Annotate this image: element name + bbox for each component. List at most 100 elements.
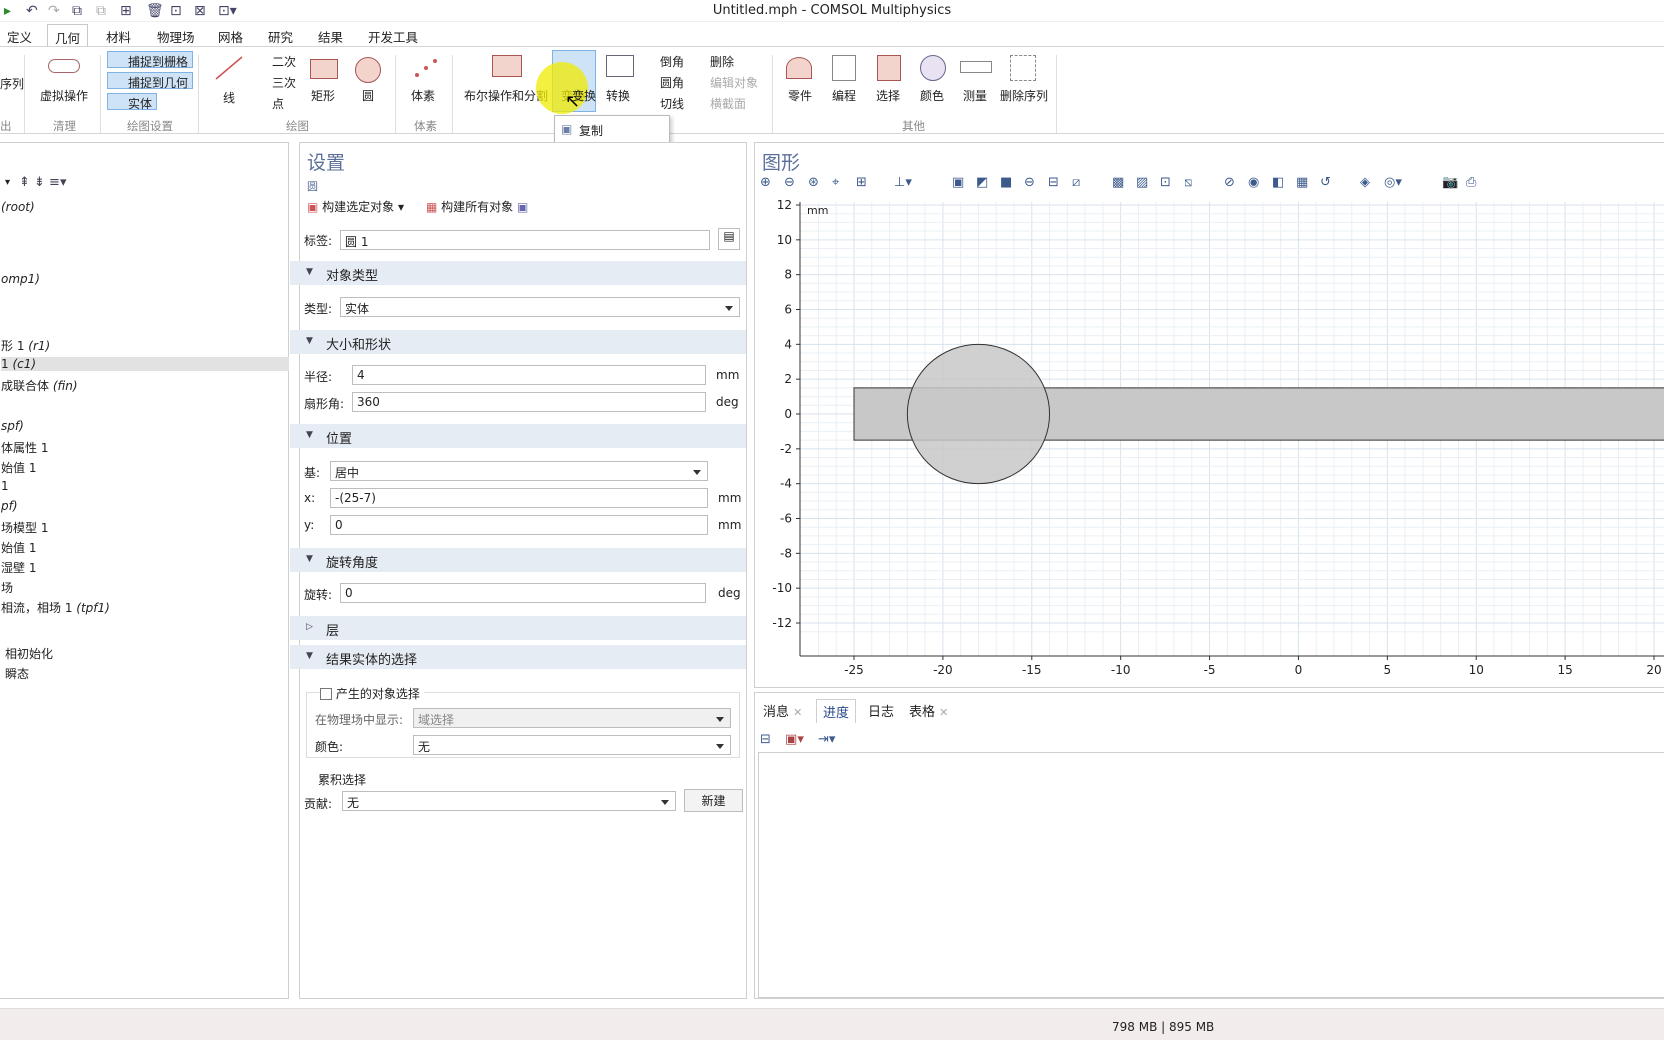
circle-button[interactable]: 圆 bbox=[362, 87, 374, 104]
rotation-input[interactable]: 0 bbox=[340, 583, 706, 603]
selection-button[interactable]: 选择 bbox=[876, 87, 900, 104]
tree-node[interactable]: 体属性 1 bbox=[1, 439, 48, 456]
hide-icon[interactable]: ⊘ bbox=[1224, 175, 1235, 190]
tree-node[interactable]: 相初始化 bbox=[5, 645, 53, 662]
type-select[interactable]: 实体 bbox=[340, 297, 740, 317]
tab-study[interactable]: 研究 bbox=[261, 27, 300, 46]
parts-button[interactable]: 零件 bbox=[788, 87, 812, 104]
build-selected-button[interactable]: ▣ 构建选定对象 ▾ bbox=[307, 198, 404, 215]
undo-view-icon[interactable]: ↺ bbox=[1320, 175, 1331, 190]
tab-table[interactable]: 表格 ✕ bbox=[903, 699, 954, 722]
tree-node[interactable]: 始值 1 bbox=[1, 539, 36, 556]
tree-node[interactable]: 形 1 (r1) bbox=[1, 337, 50, 354]
snap-grid-toggle[interactable]: 捕捉到栅格 bbox=[107, 51, 193, 69]
build-all-button[interactable]: ▦ 构建所有对象 ▣ bbox=[426, 198, 528, 215]
edit-object-button[interactable]: 编辑对象 bbox=[710, 74, 758, 91]
delete-button[interactable]: 删除 bbox=[710, 53, 734, 70]
tab-definitions[interactable]: 定义 bbox=[0, 27, 39, 46]
tree-node[interactable]: omp1) bbox=[1, 272, 40, 286]
select-domain-icon[interactable]: ◩ bbox=[976, 175, 988, 190]
label-edit-icon[interactable]: ▤ bbox=[718, 228, 740, 250]
sequence-button[interactable]: 序列 bbox=[0, 75, 24, 92]
color-select[interactable]: 无 bbox=[413, 735, 731, 755]
transparency-icon[interactable]: ◧ bbox=[1272, 175, 1284, 190]
contribute-select[interactable]: 无 bbox=[342, 791, 676, 811]
virtual-ops-button[interactable]: 虚拟操作 bbox=[40, 87, 88, 104]
y-input[interactable]: 0 bbox=[330, 515, 708, 535]
tab-geometry[interactable]: 几何 bbox=[47, 24, 89, 47]
base-select[interactable]: 居中 bbox=[330, 461, 708, 481]
show-in-physics-select[interactable]: 域选择 bbox=[413, 708, 731, 728]
label-input[interactable]: 圆 1 bbox=[340, 230, 710, 250]
line-button[interactable]: 线 bbox=[223, 89, 235, 106]
tree-node[interactable]: 相流，相场 1 (tpf1) bbox=[1, 599, 110, 616]
tree-collapse-icon[interactable]: ▾ bbox=[5, 177, 10, 188]
rectangle-button[interactable]: 矩形 bbox=[311, 87, 335, 104]
tree-node[interactable]: 1 bbox=[1, 479, 9, 493]
layout-icon[interactable]: ⊟ bbox=[760, 732, 771, 747]
tab-messages[interactable]: 消息 ✕ bbox=[757, 699, 808, 722]
render-icon[interactable]: ▨ bbox=[1136, 175, 1148, 190]
solid-toggle[interactable]: 实体 bbox=[107, 93, 157, 111]
wireframe-icon[interactable]: ⧅ bbox=[1184, 175, 1192, 190]
tree-node[interactable]: spf) bbox=[1, 419, 24, 433]
select-point-icon[interactable]: ⊟ bbox=[1048, 175, 1059, 190]
section-size-shape[interactable]: ▼ 大小和形状 bbox=[290, 330, 746, 354]
measure-button[interactable]: 测量 bbox=[963, 87, 987, 104]
zoom-box-icon[interactable]: ⊛ bbox=[808, 175, 819, 190]
tree-node[interactable]: 始值 1 bbox=[1, 459, 36, 476]
tree-node[interactable]: 成联合体 (fin) bbox=[1, 377, 78, 394]
section-rotation[interactable]: ▼ 旋转角度 bbox=[290, 548, 746, 572]
tree-node[interactable]: pf) bbox=[1, 499, 18, 513]
tab-progress[interactable]: 进度 bbox=[816, 699, 857, 723]
tab-results[interactable]: 结果 bbox=[311, 27, 350, 46]
select-edge-icon[interactable]: ⊖ bbox=[1024, 175, 1035, 190]
zoom-out-icon[interactable]: ⊖ bbox=[784, 175, 795, 190]
tree-node[interactable]: (root) bbox=[1, 200, 35, 214]
block-button[interactable]: 体素 bbox=[411, 87, 435, 104]
zoom-extents-icon[interactable]: ⊞ bbox=[856, 175, 867, 190]
view-options-icon[interactable]: ◎▾ bbox=[1384, 175, 1402, 190]
new-button[interactable]: 新建 bbox=[684, 789, 743, 812]
section-layers[interactable]: ▷ 层 bbox=[290, 616, 746, 640]
section-object-type[interactable]: ▼ 对象类型 bbox=[290, 261, 746, 285]
tab-developer[interactable]: 开发工具 bbox=[361, 27, 425, 46]
programming-button[interactable]: 编程 bbox=[832, 87, 856, 104]
geometry-plot[interactable]: 121086420-2-4-6-8-10-12-25 -20 -15 -10 -5 0 5 1… bbox=[754, 196, 1664, 686]
x-input[interactable]: -(25-7) bbox=[330, 488, 708, 508]
print-icon[interactable]: ⎙ bbox=[1466, 175, 1476, 190]
select-boundary-icon[interactable]: ■ bbox=[1000, 175, 1012, 190]
generated-selection-checkbox-row[interactable]: 产生的对象选择 bbox=[320, 685, 424, 702]
convert-button[interactable]: 转换 bbox=[606, 87, 630, 104]
cross-section-button[interactable]: 横截面 bbox=[710, 95, 746, 112]
tree-toolbar-icon[interactable]: ⇞ ⇟ ≡▾ bbox=[19, 175, 66, 190]
zoom-selected-icon[interactable]: ⌖ bbox=[832, 175, 839, 190]
tree-node[interactable]: 瞬态 bbox=[5, 665, 29, 682]
tab-mesh[interactable]: 网格 bbox=[211, 27, 250, 46]
cubic-button[interactable]: 三次 bbox=[272, 74, 296, 91]
radius-input[interactable]: 4 bbox=[352, 365, 706, 385]
sector-angle-input[interactable]: 360 bbox=[352, 392, 706, 412]
quadratic-button[interactable]: 二次 bbox=[272, 53, 296, 70]
scene-light-icon[interactable]: ◈ bbox=[1360, 175, 1370, 190]
reset-view-icon[interactable]: ▦ bbox=[1296, 175, 1308, 190]
snap-geometry-toggle[interactable]: 捕捉到几何 bbox=[107, 72, 193, 90]
tab-physics[interactable]: 物理场 bbox=[150, 27, 202, 46]
build-view-icon[interactable]: ▩ bbox=[1112, 175, 1124, 190]
tree-node[interactable]: 1 (c1) bbox=[1, 357, 289, 371]
section-result-selection[interactable]: ▼ 结果实体的选择 bbox=[290, 645, 746, 669]
screenshot-icon[interactable]: 📷 bbox=[1442, 175, 1458, 190]
point-button[interactable]: 点 bbox=[272, 95, 284, 112]
color-button[interactable]: 颜色 bbox=[920, 87, 944, 104]
grid-icon[interactable]: ⊡ bbox=[1160, 175, 1171, 190]
zoom-in-icon[interactable]: ⊕ bbox=[760, 175, 771, 190]
fillet-button[interactable]: 圆角 bbox=[660, 74, 684, 91]
show-icon[interactable]: ◉ bbox=[1248, 175, 1259, 190]
menu-item-copy[interactable]: 复制 bbox=[579, 122, 603, 139]
generated-selection-checkbox[interactable] bbox=[320, 688, 332, 700]
chamfer-button[interactable]: 倒角 bbox=[660, 53, 684, 70]
clear-selection-icon[interactable]: ⧄ bbox=[1072, 175, 1080, 190]
tree-node[interactable]: 场模型 1 bbox=[1, 519, 48, 536]
tree-node[interactable]: 场 bbox=[1, 579, 13, 596]
export-icon[interactable]: ⇥▾ bbox=[818, 732, 835, 747]
